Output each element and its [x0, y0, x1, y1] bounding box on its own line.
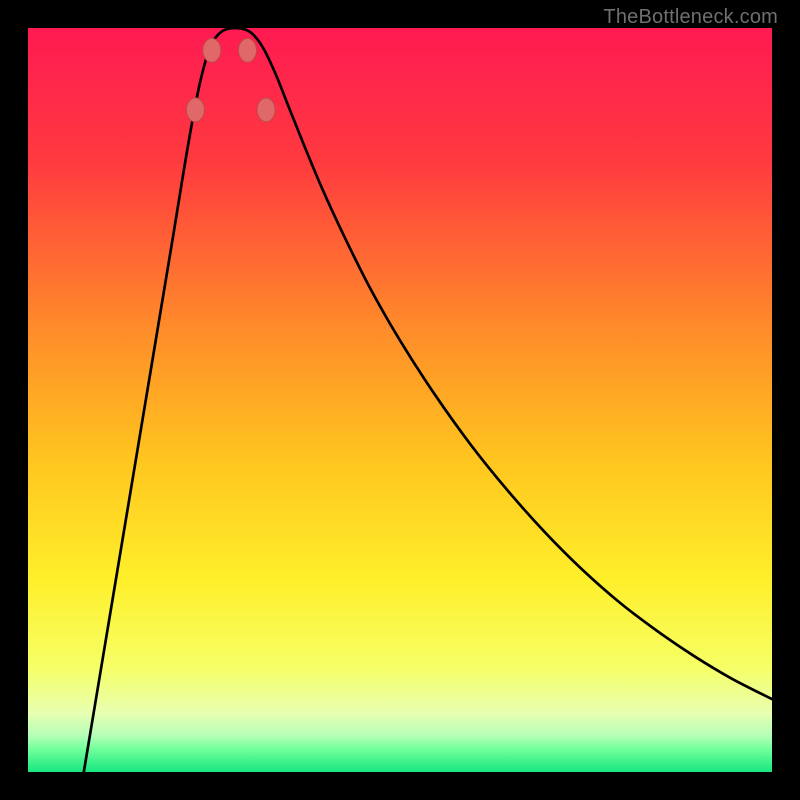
- plot-area: [28, 28, 772, 772]
- watermark-text: TheBottleneck.com: [603, 6, 778, 29]
- curve-layer: [28, 28, 772, 772]
- chart-frame: TheBottleneck.com: [0, 0, 800, 800]
- data-marker: [257, 98, 275, 122]
- bottleneck-curve: [84, 28, 772, 772]
- data-marker: [186, 98, 204, 122]
- data-marker: [203, 38, 221, 62]
- data-marker: [238, 38, 256, 62]
